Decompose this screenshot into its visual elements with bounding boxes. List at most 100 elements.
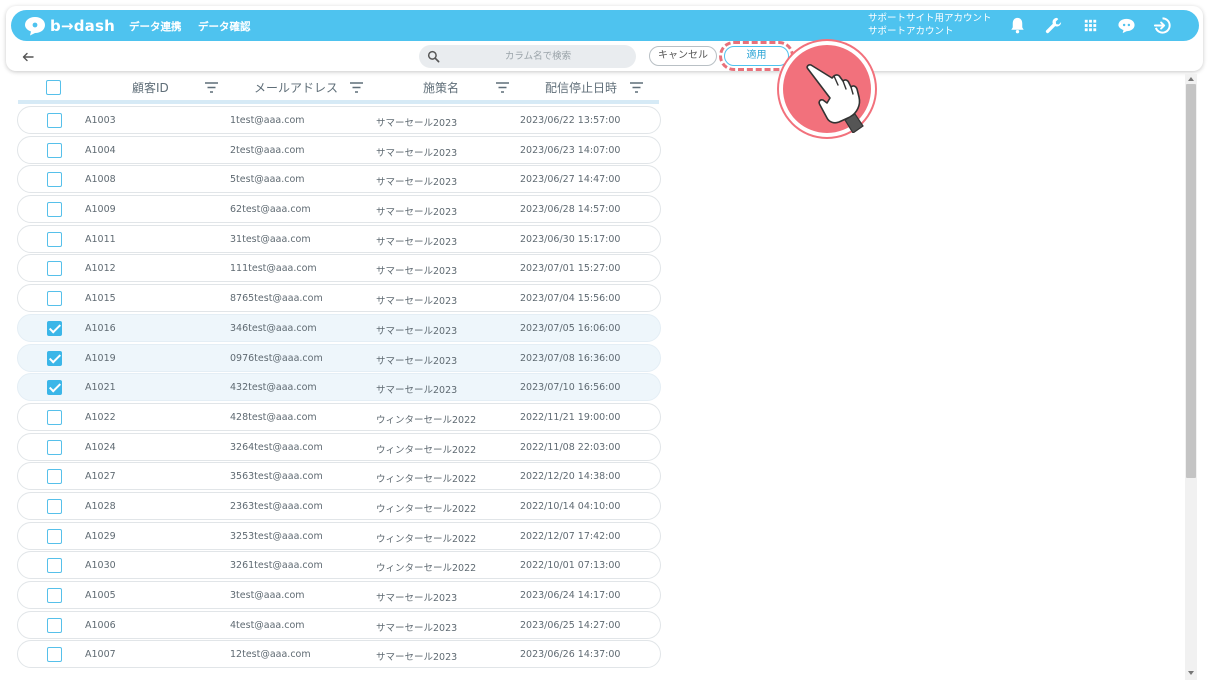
table-row[interactable]: A1006 4test@aaa.com サマーセール2023 2023/06/25 1…	[17, 610, 661, 639]
row-checkbox[interactable]	[47, 291, 62, 307]
table-row[interactable]: A1004 2test@aaa.com サマーセール2023 2023/06/23 1…	[17, 135, 661, 164]
table-row[interactable]: A1028 2363test@aaa.com ウィンターセール2022 2022/10…	[17, 491, 661, 520]
table-body: A1003 1test@aaa.com サマーセール2023 2023/06/22 1…	[17, 106, 661, 670]
cell-unsubscribe-date: 2022/12/07 17:42:00	[520, 530, 621, 542]
row-checkbox[interactable]	[47, 113, 62, 128]
app-logo[interactable]: b→dash	[24, 16, 115, 36]
arrow-left-icon[interactable]	[20, 49, 36, 65]
cell-unsubscribe-date: 2023/06/26 14:37:00	[520, 649, 621, 661]
row-checkbox[interactable]	[47, 320, 62, 336]
row-checkbox[interactable]	[47, 469, 62, 485]
cell-customer-id: A1004	[85, 144, 116, 156]
cell-campaign: ウィンターセール2022	[376, 444, 477, 456]
cell-email: 31test@aaa.com	[230, 233, 311, 245]
cancel-button[interactable]: キャンセル	[649, 46, 717, 66]
table-row[interactable]: A1029 3253test@aaa.com ウィンターセール2022 2022/12…	[17, 521, 661, 550]
table-row[interactable]: A1016 346test@aaa.com サマーセール2023 2023/07/05…	[17, 313, 661, 342]
row-checkbox[interactable]	[47, 617, 62, 633]
select-all-checkbox[interactable]	[46, 80, 61, 95]
table-row[interactable]: A1015 8765test@aaa.com サマーセール2023 2023/07/0…	[17, 284, 661, 313]
cell-email: 8765test@aaa.com	[230, 293, 323, 305]
filter-icon[interactable]	[630, 82, 643, 93]
cell-customer-id: A1015	[85, 293, 116, 305]
cell-unsubscribe-date: 2022/11/08 22:03:00	[520, 441, 621, 453]
cell-email: 346test@aaa.com	[230, 322, 317, 334]
cell-email: 111test@aaa.com	[230, 263, 317, 275]
cell-campaign: サマーセール2023	[376, 266, 458, 278]
row-checkbox[interactable]	[47, 558, 62, 574]
table-row[interactable]: A1009 62test@aaa.com サマーセール2023 2023/06/28 …	[17, 195, 661, 224]
account-name-line1: サポートサイト用アカウント	[868, 13, 992, 24]
row-checkbox[interactable]	[47, 647, 62, 663]
cell-email: 432test@aaa.com	[230, 382, 317, 394]
grid-icon[interactable]	[1081, 16, 1100, 35]
cell-customer-id: A1012	[85, 263, 116, 275]
cell-unsubscribe-date: 2022/10/01 07:13:00	[520, 560, 621, 572]
chat-bot-icon[interactable]	[1117, 16, 1136, 35]
cell-email: 2363test@aaa.com	[230, 500, 323, 512]
cell-customer-id: A1009	[85, 204, 116, 216]
column-header-campaign[interactable]: 施策名	[423, 79, 459, 96]
table-row[interactable]: A1005 3test@aaa.com サマーセール2023 2023/06/24 1…	[17, 581, 661, 609]
cell-unsubscribe-date: 2023/06/30 15:17:00	[520, 233, 621, 245]
search-input[interactable]	[447, 47, 629, 66]
pointer-hint-badge	[779, 41, 875, 137]
cell-unsubscribe-date: 2023/06/27 14:47:00	[520, 174, 621, 186]
bell-icon[interactable]	[1008, 16, 1027, 35]
column-header-email[interactable]: メールアドレス	[254, 79, 338, 96]
table-row[interactable]: A1030 3261test@aaa.com ウィンターセール2022 2022/10…	[17, 551, 661, 580]
filter-icon[interactable]	[496, 82, 509, 93]
table-row[interactable]: A1003 1test@aaa.com サマーセール2023 2023/06/22 1…	[17, 106, 661, 134]
column-header-unsubscribe-date[interactable]: 配信停止日時	[545, 79, 617, 96]
column-search	[419, 45, 636, 68]
cell-customer-id: A1019	[85, 352, 116, 364]
row-checkbox[interactable]	[47, 172, 62, 188]
row-checkbox[interactable]	[47, 528, 62, 544]
cell-customer-id: A1030	[85, 560, 116, 572]
cell-unsubscribe-date: 2023/06/24 14:17:00	[520, 590, 621, 601]
scroll-down-arrow-icon[interactable]	[1187, 669, 1195, 677]
nav-data-check[interactable]: データ確認	[198, 19, 251, 34]
nav-data-integration[interactable]: データ連携	[129, 19, 182, 34]
apply-button[interactable]: 適用	[724, 46, 789, 66]
filter-icon[interactable]	[205, 82, 218, 93]
account-info[interactable]: サポートサイト用アカウント サポートアカウント	[868, 12, 992, 38]
table-row[interactable]: A1022 428test@aaa.com ウィンターセール2022 2022/11/…	[17, 402, 661, 431]
cell-campaign: サマーセール2023	[376, 652, 458, 664]
cell-email: 1test@aaa.com	[230, 115, 305, 126]
cell-campaign: サマーセール2023	[376, 296, 458, 308]
row-checkbox[interactable]	[47, 588, 62, 603]
table-row[interactable]: A1027 3563test@aaa.com ウィンターセール2022 2022/12…	[17, 462, 661, 491]
account-name-line2: サポートアカウント	[868, 26, 954, 37]
row-checkbox[interactable]	[47, 142, 62, 158]
wrench-icon[interactable]	[1044, 16, 1063, 35]
table-row[interactable]: A1012 111test@aaa.com サマーセール2023 2023/07/01…	[17, 254, 661, 283]
header-divider	[18, 100, 659, 104]
cell-campaign: サマーセール2023	[376, 118, 458, 129]
scrollbar-thumb[interactable]	[1186, 84, 1196, 478]
cell-customer-id: A1024	[85, 441, 116, 453]
row-checkbox[interactable]	[47, 380, 62, 396]
row-checkbox[interactable]	[47, 439, 62, 455]
cell-customer-id: A1016	[85, 322, 116, 334]
table-row[interactable]: A1019 0976test@aaa.com サマーセール2023 2023/07/0…	[17, 343, 661, 372]
table-row[interactable]: A1011 31test@aaa.com サマーセール2023 2023/06/30 …	[17, 224, 661, 253]
table-row[interactable]: A1024 3264test@aaa.com ウィンターセール2022 2022/11…	[17, 432, 661, 461]
table-header: 顧客ID メールアドレス 施策名 配信停止日時	[18, 75, 659, 100]
table-row[interactable]: A1007 12test@aaa.com サマーセール2023 2023/06/26 …	[17, 640, 661, 669]
table-row[interactable]: A1008 5test@aaa.com サマーセール2023 2023/06/27 1…	[17, 165, 661, 194]
cell-campaign: サマーセール2023	[376, 355, 458, 367]
table-row[interactable]: A1021 432test@aaa.com サマーセール2023 2023/07/10…	[17, 373, 661, 402]
cell-unsubscribe-date: 2023/07/05 16:06:00	[520, 322, 621, 334]
row-checkbox[interactable]	[47, 231, 62, 247]
cell-customer-id: A1007	[85, 649, 116, 661]
scroll-up-arrow-icon[interactable]	[1187, 75, 1195, 83]
row-checkbox[interactable]	[47, 202, 62, 218]
row-checkbox[interactable]	[47, 261, 62, 277]
row-checkbox[interactable]	[47, 498, 62, 514]
logout-icon[interactable]	[1153, 16, 1172, 35]
row-checkbox[interactable]	[47, 409, 62, 425]
column-header-customer-id[interactable]: 顧客ID	[132, 79, 169, 96]
filter-icon[interactable]	[350, 82, 363, 93]
row-checkbox[interactable]	[47, 350, 62, 366]
